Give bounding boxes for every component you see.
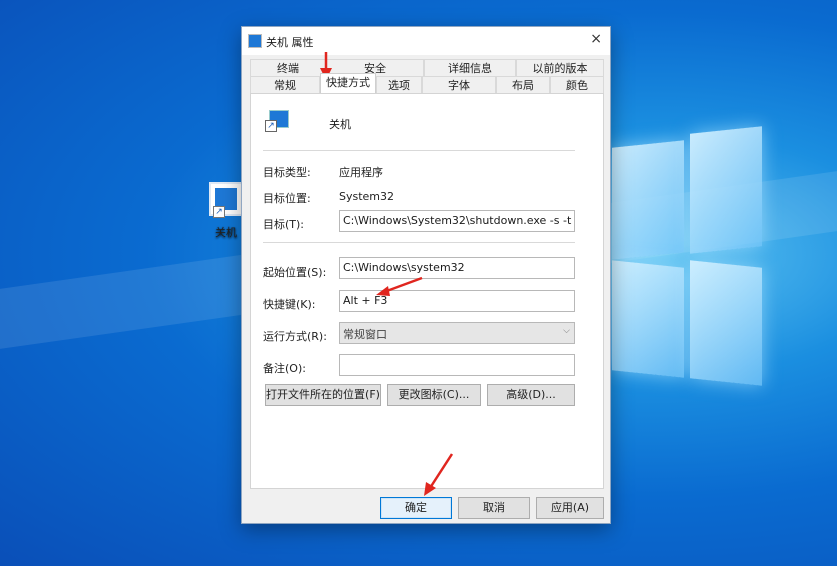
advanced-button[interactable]: 高级(D)...: [487, 384, 575, 406]
run-select[interactable]: 常规窗口 ⌵: [339, 322, 575, 344]
target-type-label: 目标类型:: [263, 166, 311, 179]
target-type-value: 应用程序: [339, 166, 383, 179]
ok-button[interactable]: 确定: [380, 497, 452, 519]
target-label: 目标(T):: [263, 218, 305, 231]
comment-field[interactable]: [339, 354, 575, 376]
tab-options[interactable]: 选项: [376, 76, 422, 93]
dialog-title: 关机 属性: [266, 36, 314, 49]
run-select-value: 常规窗口: [343, 328, 387, 341]
divider: [263, 242, 575, 243]
change-icon-button[interactable]: 更改图标(C)...: [387, 384, 481, 406]
shortcut-image-icon: ↗: [209, 182, 243, 218]
hotkey-label: 快捷键(K):: [263, 298, 316, 311]
cancel-button[interactable]: 取消: [458, 497, 530, 519]
apply-button[interactable]: 应用(A): [536, 497, 604, 519]
desktop-icon-label: 关机: [215, 226, 237, 239]
start-in-label: 起始位置(S):: [263, 266, 327, 279]
tab-strip: 终端 安全 详细信息 以前的版本 常规 快捷方式 选项 字体 布局 颜色: [250, 59, 604, 95]
close-icon[interactable]: ×: [590, 31, 602, 47]
tab-shortcut[interactable]: 快捷方式: [320, 73, 376, 93]
shortcut-name: 关机: [329, 118, 351, 131]
shortcut-arrow-icon: ↗: [265, 120, 277, 132]
shortcut-arrow-icon: ↗: [213, 206, 225, 218]
target-location-value: System32: [339, 190, 395, 203]
comment-label: 备注(O):: [263, 362, 306, 375]
tab-terminal[interactable]: 终端: [250, 59, 326, 76]
tab-colors[interactable]: 颜色: [550, 76, 604, 93]
tab-details[interactable]: 详细信息: [424, 59, 516, 76]
windows-logo: [612, 124, 762, 386]
title-bar[interactable]: 关机 属性 ×: [242, 27, 610, 55]
target-location-label: 目标位置:: [263, 192, 311, 205]
annotation-arrow-icon: [424, 453, 454, 496]
tab-general[interactable]: 常规: [250, 76, 320, 93]
tab-layout[interactable]: 布局: [496, 76, 550, 93]
open-location-button[interactable]: 打开文件所在的位置(F): [265, 384, 381, 406]
chevron-down-icon: ⌵: [563, 326, 570, 336]
properties-dialog: 关机 属性 × 终端 安全 详细信息 以前的版本 常规 快捷方式 选项 字体 布…: [241, 26, 611, 524]
tab-previous-versions[interactable]: 以前的版本: [516, 59, 604, 76]
shortcut-panel: ↗ 关机 目标类型: 应用程序 目标位置: System32 目标(T): C:…: [250, 93, 604, 489]
annotation-arrow-icon: [376, 276, 423, 296]
target-field[interactable]: C:\Windows\System32\shutdown.exe -s -t 0: [339, 210, 575, 232]
run-label: 运行方式(R):: [263, 330, 327, 343]
app-icon: [248, 34, 262, 48]
divider: [263, 150, 575, 151]
tab-font[interactable]: 字体: [422, 76, 496, 93]
shortcut-large-icon: ↗: [265, 110, 291, 136]
